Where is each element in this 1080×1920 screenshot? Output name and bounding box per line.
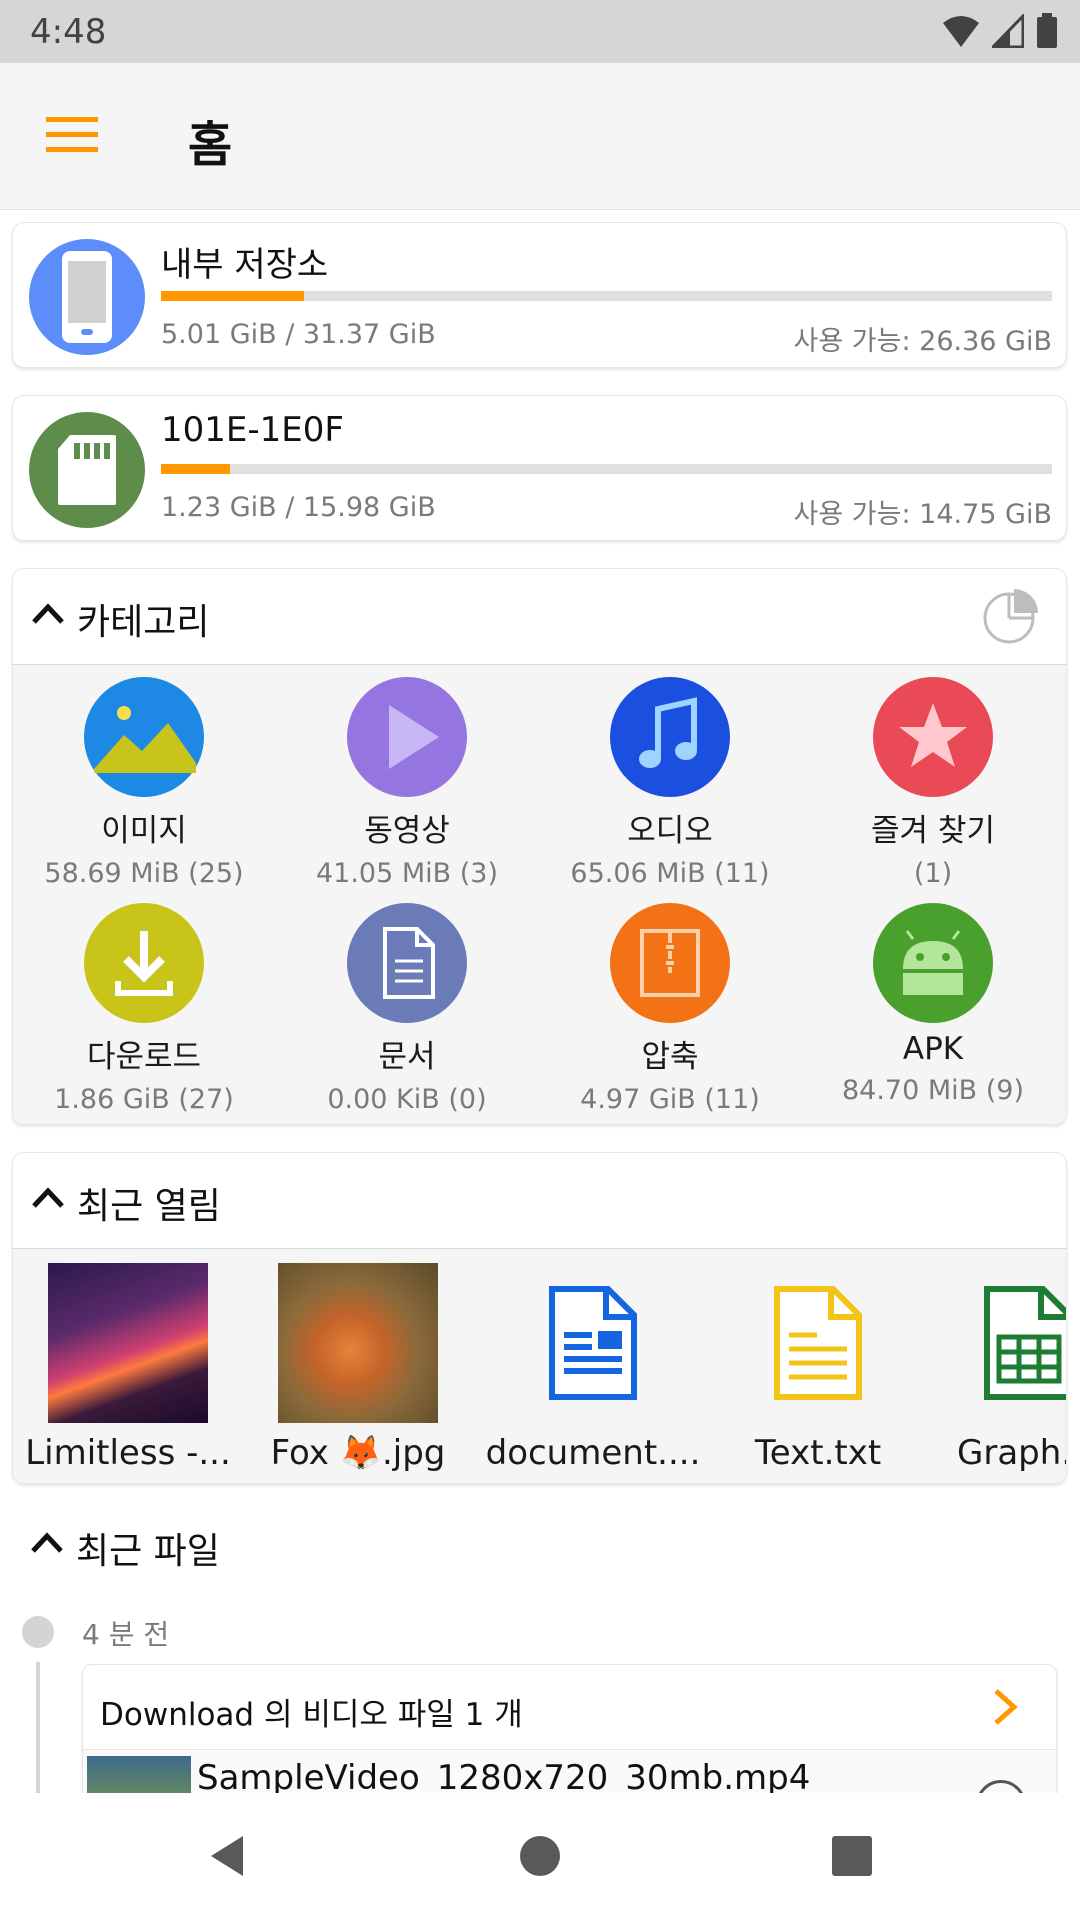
video-thumbnail	[87, 1756, 191, 1793]
category-size: 1.86 GiB (27)	[54, 1084, 234, 1115]
album-art-thumbnail	[48, 1263, 208, 1423]
recent-files-header[interactable]: 최근 파일	[12, 1498, 1067, 1594]
category-size: 58.69 MiB (25)	[44, 858, 244, 889]
more-options-icon[interactable]	[976, 1780, 1026, 1793]
timeline-line	[36, 1662, 40, 1793]
category-label: APK	[902, 1031, 964, 1067]
home-content[interactable]: 내부 저장소 5.01 GiB / 31.37 GiB 사용 가능: 26.36…	[0, 210, 1080, 1793]
hamburger-menu-icon[interactable]	[46, 115, 98, 155]
storage-usage-fill	[161, 464, 230, 474]
category-archives[interactable]: 압축 4.97 GiB (11)	[539, 903, 801, 1115]
timeline-dot	[22, 1616, 54, 1648]
storage-free-text: 사용 가능: 14.75 GiB	[793, 499, 1052, 530]
archive-icon	[610, 903, 730, 1023]
sd-card-icon	[29, 412, 145, 528]
music-note-icon	[610, 677, 730, 797]
category-label: 문서	[378, 1039, 436, 1075]
categories-card: 카테고리 이미지 58.69 MiB (25) 동영상 41.05 MiB (3…	[12, 568, 1067, 1125]
category-label: 즐겨 찾기	[871, 813, 995, 849]
recent-item-name: Fox 🦊.jpg	[270, 1433, 446, 1473]
storage-free-text: 사용 가능: 26.36 GiB	[793, 326, 1052, 357]
categories-title: 카테고리	[77, 602, 210, 643]
app-bar: 홈	[0, 63, 1080, 210]
storage-card-internal[interactable]: 내부 저장소 5.01 GiB / 31.37 GiB 사용 가능: 26.36…	[12, 222, 1067, 368]
battery-icon	[1037, 13, 1057, 48]
storage-name: 내부 저장소	[161, 245, 329, 285]
recent-item[interactable]: Text.txt	[728, 1263, 908, 1473]
recent-item-name: Limitless -...	[25, 1433, 231, 1473]
group-title: Download 의 비디오 파일 1 개	[100, 1697, 523, 1733]
cell-signal-icon	[992, 14, 1024, 48]
text-file-icon	[738, 1263, 898, 1423]
phone-icon	[29, 239, 145, 355]
category-label: 이미지	[101, 813, 187, 849]
recent-item[interactable]: Limitless -...	[23, 1263, 233, 1473]
chevron-up-icon[interactable]	[31, 601, 65, 625]
storage-usage-bar	[161, 291, 1052, 301]
file-name: SampleVideo_1280x720_30mb.mp4	[197, 1758, 811, 1793]
category-apk[interactable]: APK 84.70 MiB (9)	[802, 903, 1064, 1106]
category-size: 0.00 KiB (0)	[327, 1084, 487, 1115]
storage-card-sd[interactable]: 101E-1E0F 1.23 GiB / 15.98 GiB 사용 가능: 14…	[12, 395, 1067, 541]
chevron-up-icon[interactable]	[31, 1185, 65, 1209]
star-icon	[873, 677, 993, 797]
play-icon	[347, 677, 467, 797]
category-images[interactable]: 이미지 58.69 MiB (25)	[13, 677, 275, 889]
status-icons	[942, 12, 1058, 50]
category-size: 84.70 MiB (9)	[841, 1075, 1025, 1106]
word-document-icon	[513, 1263, 673, 1423]
recently-opened-list: Limitless -... Fox 🦊.jpg document.... Te…	[13, 1249, 1066, 1483]
navigation-bar	[0, 1793, 1080, 1920]
android-icon	[873, 903, 993, 1023]
category-size: 65.06 MiB (11)	[570, 858, 770, 889]
back-icon[interactable]	[205, 1833, 251, 1879]
category-size: 41.05 MiB (3)	[315, 858, 499, 889]
pie-chart-icon[interactable]	[982, 587, 1040, 645]
wifi-icon	[943, 16, 979, 47]
recent-item[interactable]: document....	[473, 1263, 713, 1473]
recent-item[interactable]: Fox 🦊.jpg	[263, 1263, 453, 1473]
category-audio[interactable]: 오디오 65.06 MiB (11)	[539, 677, 801, 889]
page-title: 홈	[188, 117, 233, 173]
category-documents[interactable]: 문서 0.00 KiB (0)	[276, 903, 538, 1115]
recently-opened-header[interactable]: 최근 열림	[13, 1153, 1066, 1249]
recent-item[interactable]: Graph.x	[943, 1263, 1066, 1473]
recent-file-group[interactable]: Download 의 비디오 파일 1 개 SampleVideo_1280x7…	[82, 1664, 1057, 1793]
storage-used-text: 1.23 GiB / 15.98 GiB	[161, 492, 436, 523]
home-icon[interactable]	[517, 1833, 563, 1879]
recently-opened-card: 최근 열림 Limitless -... Fox 🦊.jpg document.…	[12, 1152, 1067, 1484]
spreadsheet-icon	[983, 1263, 1066, 1423]
categories-header[interactable]: 카테고리	[13, 569, 1066, 665]
chevron-right-icon[interactable]	[992, 1687, 1020, 1727]
category-downloads[interactable]: 다운로드 1.86 GiB (27)	[13, 903, 275, 1115]
recent-item-name: Text.txt	[754, 1433, 882, 1473]
recent-files-title: 최근 파일	[76, 1531, 220, 1572]
category-size: (1)	[913, 858, 953, 889]
category-size: 4.97 GiB (11)	[580, 1084, 760, 1115]
category-label: 다운로드	[86, 1039, 202, 1075]
fox-photo-thumbnail	[278, 1263, 438, 1423]
document-icon	[347, 903, 467, 1023]
categories-grid: 이미지 58.69 MiB (25) 동영상 41.05 MiB (3) 오디오…	[13, 665, 1066, 1124]
category-label: 압축	[641, 1039, 699, 1075]
category-videos[interactable]: 동영상 41.05 MiB (3)	[276, 677, 538, 889]
recently-opened-title: 최근 열림	[77, 1186, 221, 1227]
image-icon	[84, 677, 204, 797]
category-favorites[interactable]: 즐겨 찾기 (1)	[802, 677, 1064, 889]
status-bar: 4:48	[0, 0, 1080, 63]
storage-usage-bar	[161, 464, 1052, 474]
category-label: 동영상	[364, 813, 450, 849]
file-row[interactable]: SampleVideo_1280x720_30mb.mp4	[83, 1749, 1056, 1793]
category-label: 오디오	[627, 813, 713, 849]
recents-icon[interactable]	[829, 1833, 875, 1879]
status-time: 4:48	[30, 12, 107, 52]
recent-item-name: document....	[485, 1433, 701, 1473]
storage-usage-fill	[161, 291, 304, 301]
storage-used-text: 5.01 GiB / 31.37 GiB	[161, 319, 436, 350]
recent-item-name: Graph.x	[957, 1433, 1066, 1473]
download-icon	[84, 903, 204, 1023]
chevron-up-icon[interactable]	[30, 1530, 64, 1554]
storage-name: 101E-1E0F	[161, 410, 344, 450]
timeline-time: 4 분 전	[82, 1618, 170, 1651]
